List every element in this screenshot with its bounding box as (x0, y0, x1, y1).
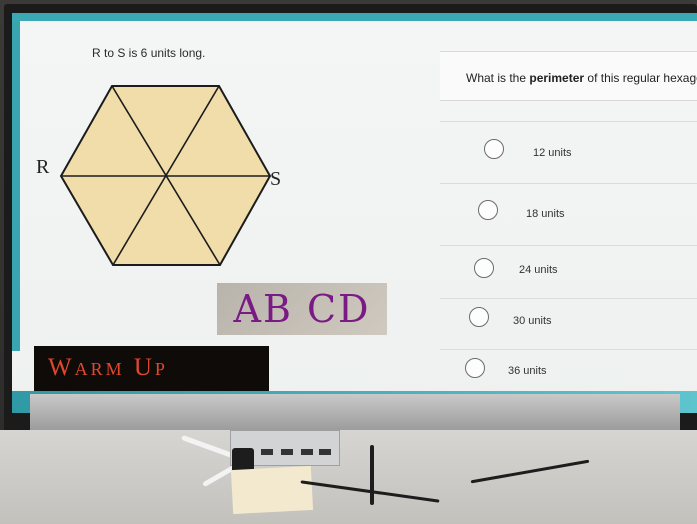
answer-label: 24 units (519, 264, 558, 276)
warm-up-title: Warm Up (48, 354, 168, 381)
vertex-label-s: S (270, 168, 282, 190)
answer-label: 36 units (508, 365, 547, 377)
radio-circle-icon[interactable] (484, 139, 504, 159)
usb-port (281, 449, 293, 455)
question-text: What is the perimeter of this regular he… (466, 71, 697, 85)
monitor-bezel: R to S is 6 units long. R S AB CD Warm U… (4, 4, 697, 434)
monitor-speaker-bar (30, 394, 680, 430)
abcd-logo-text: AB CD (233, 287, 371, 331)
vertex-label-r: R (36, 156, 50, 178)
answer-option-3[interactable]: 24 units (440, 245, 697, 300)
question-emphasis: perimeter (529, 71, 585, 85)
screen: R to S is 6 units long. R S AB CD Warm U… (12, 13, 697, 413)
black-cable (370, 445, 374, 505)
radio-circle-icon[interactable] (465, 358, 485, 378)
usb-port (301, 449, 313, 455)
usb-port (319, 449, 331, 455)
hexagon-diagram (59, 85, 272, 266)
radio-circle-icon[interactable] (478, 200, 498, 220)
answer-option-4[interactable]: 30 units (440, 298, 697, 353)
question-suffix: of this regular hexagon? (587, 71, 697, 85)
left-accent-strip (12, 21, 20, 351)
radio-circle-icon[interactable] (469, 307, 489, 327)
answer-label: 18 units (526, 208, 565, 220)
usb-port (261, 449, 273, 455)
monitor: R to S is 6 units long. R S AB CD Warm U… (0, 0, 697, 524)
top-accent-bar (12, 13, 697, 21)
abcd-logo: AB CD (217, 283, 387, 335)
question-header: What is the perimeter of this regular he… (440, 51, 697, 101)
radio-circle-icon[interactable] (474, 258, 494, 278)
answer-label: 30 units (513, 315, 552, 327)
answer-option-1[interactable]: 12 units (440, 121, 697, 176)
question-panel: What is the perimeter of this regular he… (440, 51, 697, 391)
answer-label: 12 units (533, 147, 572, 159)
note-paper (230, 465, 314, 515)
desk-surface (0, 430, 697, 524)
answer-option-2[interactable]: 18 units (440, 183, 697, 238)
question-prefix: What is the (466, 71, 530, 85)
